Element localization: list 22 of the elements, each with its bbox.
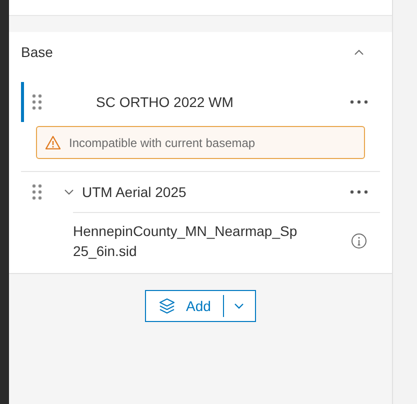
layer-item[interactable]: UTM Aerial 2025 [21,172,380,212]
info-icon [351,233,367,249]
warning-icon [45,135,61,150]
info-button[interactable] [350,231,368,251]
layer-name: SC ORTHO 2022 WM [96,94,234,110]
drag-handle-icon [32,184,42,200]
drag-handle-icon [32,94,42,110]
collapse-button[interactable] [354,49,364,55]
add-button[interactable]: Add [146,291,223,321]
layer-name: UTM Aerial 2025 [82,184,188,200]
ellipsis-icon [350,100,368,104]
layer-item[interactable]: SC ORTHO 2022 WM [21,82,380,122]
warning-text: Incompatible with current basemap [69,136,256,150]
chevron-up-icon [354,49,364,55]
chevron-down-icon [234,303,244,309]
group-title: Base [21,44,54,60]
ellipsis-icon [350,190,368,194]
chevron-down-icon [64,189,74,195]
sublayer-item[interactable]: HennepinCounty_MN_Nearmap_Sp25_6in.sid [73,212,380,273]
layers-icon [158,297,176,315]
sublayer-name: HennepinCounty_MN_Nearmap_Sp25_6in.sid [73,222,298,261]
add-label: Add [186,298,211,314]
